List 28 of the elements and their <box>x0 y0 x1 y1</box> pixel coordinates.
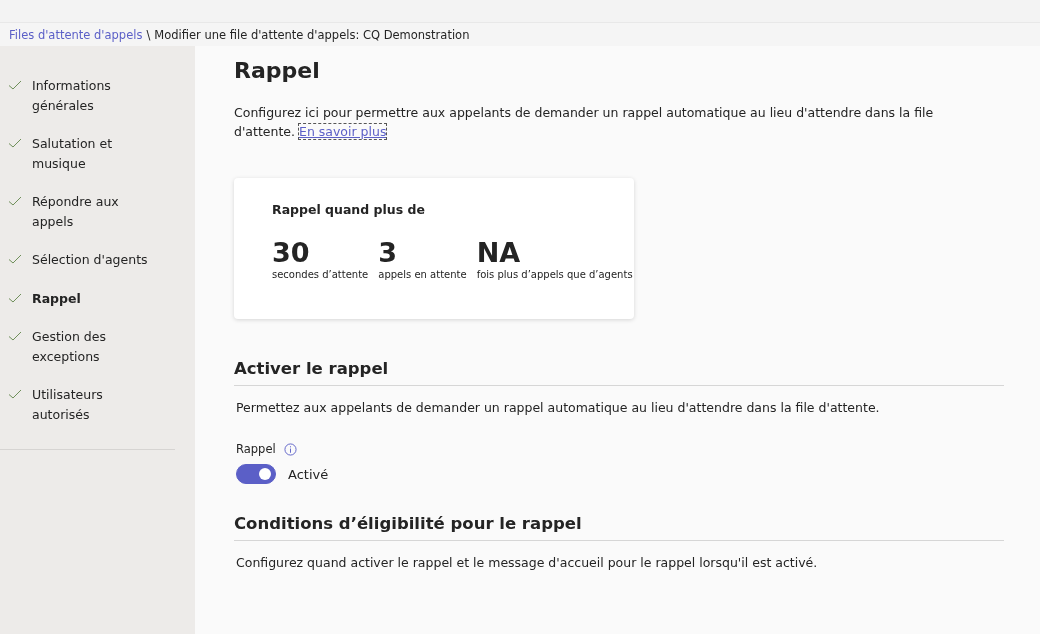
stat-value: 30 <box>272 237 311 269</box>
sidebar-item[interactable]: Gestion des exceptions <box>0 327 175 385</box>
breadcrumb-current: Modifier une file d'attente d'appels: CQ Demonstration <box>154 27 470 42</box>
page-title: Rappel <box>234 58 321 83</box>
intro-text: Configurez ici pour permettre aux appelants de demander un rappel automatique au lieu d'attendre dans la file d'attente. En savoir plus <box>234 104 935 141</box>
sidebar-item[interactable]: Informations générales <box>0 76 175 134</box>
card-title: Rappel quand plus de <box>272 202 426 217</box>
stat-value: 3 <box>378 237 399 269</box>
sidebar-item[interactable]: Sélection d'agents <box>0 250 175 289</box>
sidebar-item[interactable]: Rappel <box>0 288 175 327</box>
section-description: Permettez aux appelants de demander un rappel automatique au lieu d'attendre dans la file d'attente. <box>236 400 881 415</box>
section-description: Configurez quand activer le rappel et le message d'accueil pour le rappel lorsqu'il est activé. <box>236 555 819 570</box>
section-heading: Conditions d’éligibilité pour le rappel <box>234 514 1004 541</box>
stat-value: NA <box>476 237 522 269</box>
learn-more-link[interactable]: En savoir plus <box>299 124 387 139</box>
sidebar-item[interactable]: Salutation et musique <box>0 134 175 192</box>
toggle-label: Activé <box>288 466 329 482</box>
stat-label: appels en attente <box>378 269 467 280</box>
stat-label: secondes d’attente <box>272 269 369 280</box>
sidebar-item[interactable]: Utilisateurs autorisés <box>0 385 175 443</box>
section-heading: Activer le rappel <box>234 359 1004 386</box>
toggle-switch[interactable] <box>236 464 276 484</box>
sidebar-item[interactable]: Répondre aux appels <box>0 192 175 250</box>
info-icon[interactable] <box>283 442 297 456</box>
breadcrumb-separator: \ <box>146 27 151 42</box>
field-label: Rappel <box>236 442 276 456</box>
breadcrumb-link[interactable]: Files d'attente d'appels <box>9 27 143 42</box>
stat-label: fois plus d’appels que d’agents <box>476 269 633 280</box>
